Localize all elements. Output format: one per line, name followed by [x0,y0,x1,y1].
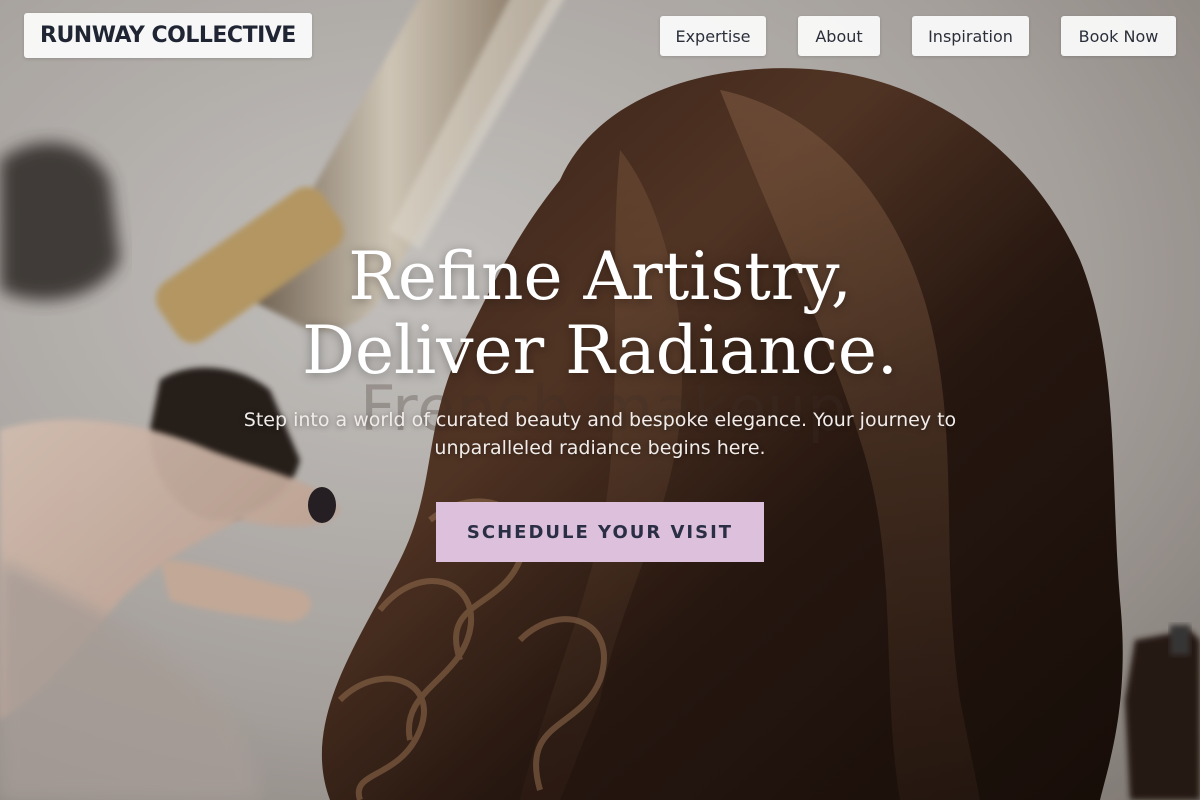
nav-book-now-button[interactable]: Book Now [1061,16,1176,56]
nav-expertise-button[interactable]: Expertise [660,16,766,56]
hero-subtext: Step into a world of curated beauty and … [243,409,957,459]
hero-headline: Refine Artistry, Deliver Radiance. [0,240,1200,388]
hero-headline-line-2: Deliver Radiance. [302,312,898,389]
nav-inspiration-button[interactable]: Inspiration [912,16,1029,56]
hero-section: French makeup RUNWAY COLLECTIVE Expertis… [0,0,1200,800]
nav-about-button[interactable]: About [798,16,880,56]
brand-logo[interactable]: RUNWAY COLLECTIVE [24,13,312,58]
schedule-visit-button[interactable]: SCHEDULE YOUR VISIT [436,502,764,562]
hero-headline-line-1: Refine Artistry, [348,238,852,315]
